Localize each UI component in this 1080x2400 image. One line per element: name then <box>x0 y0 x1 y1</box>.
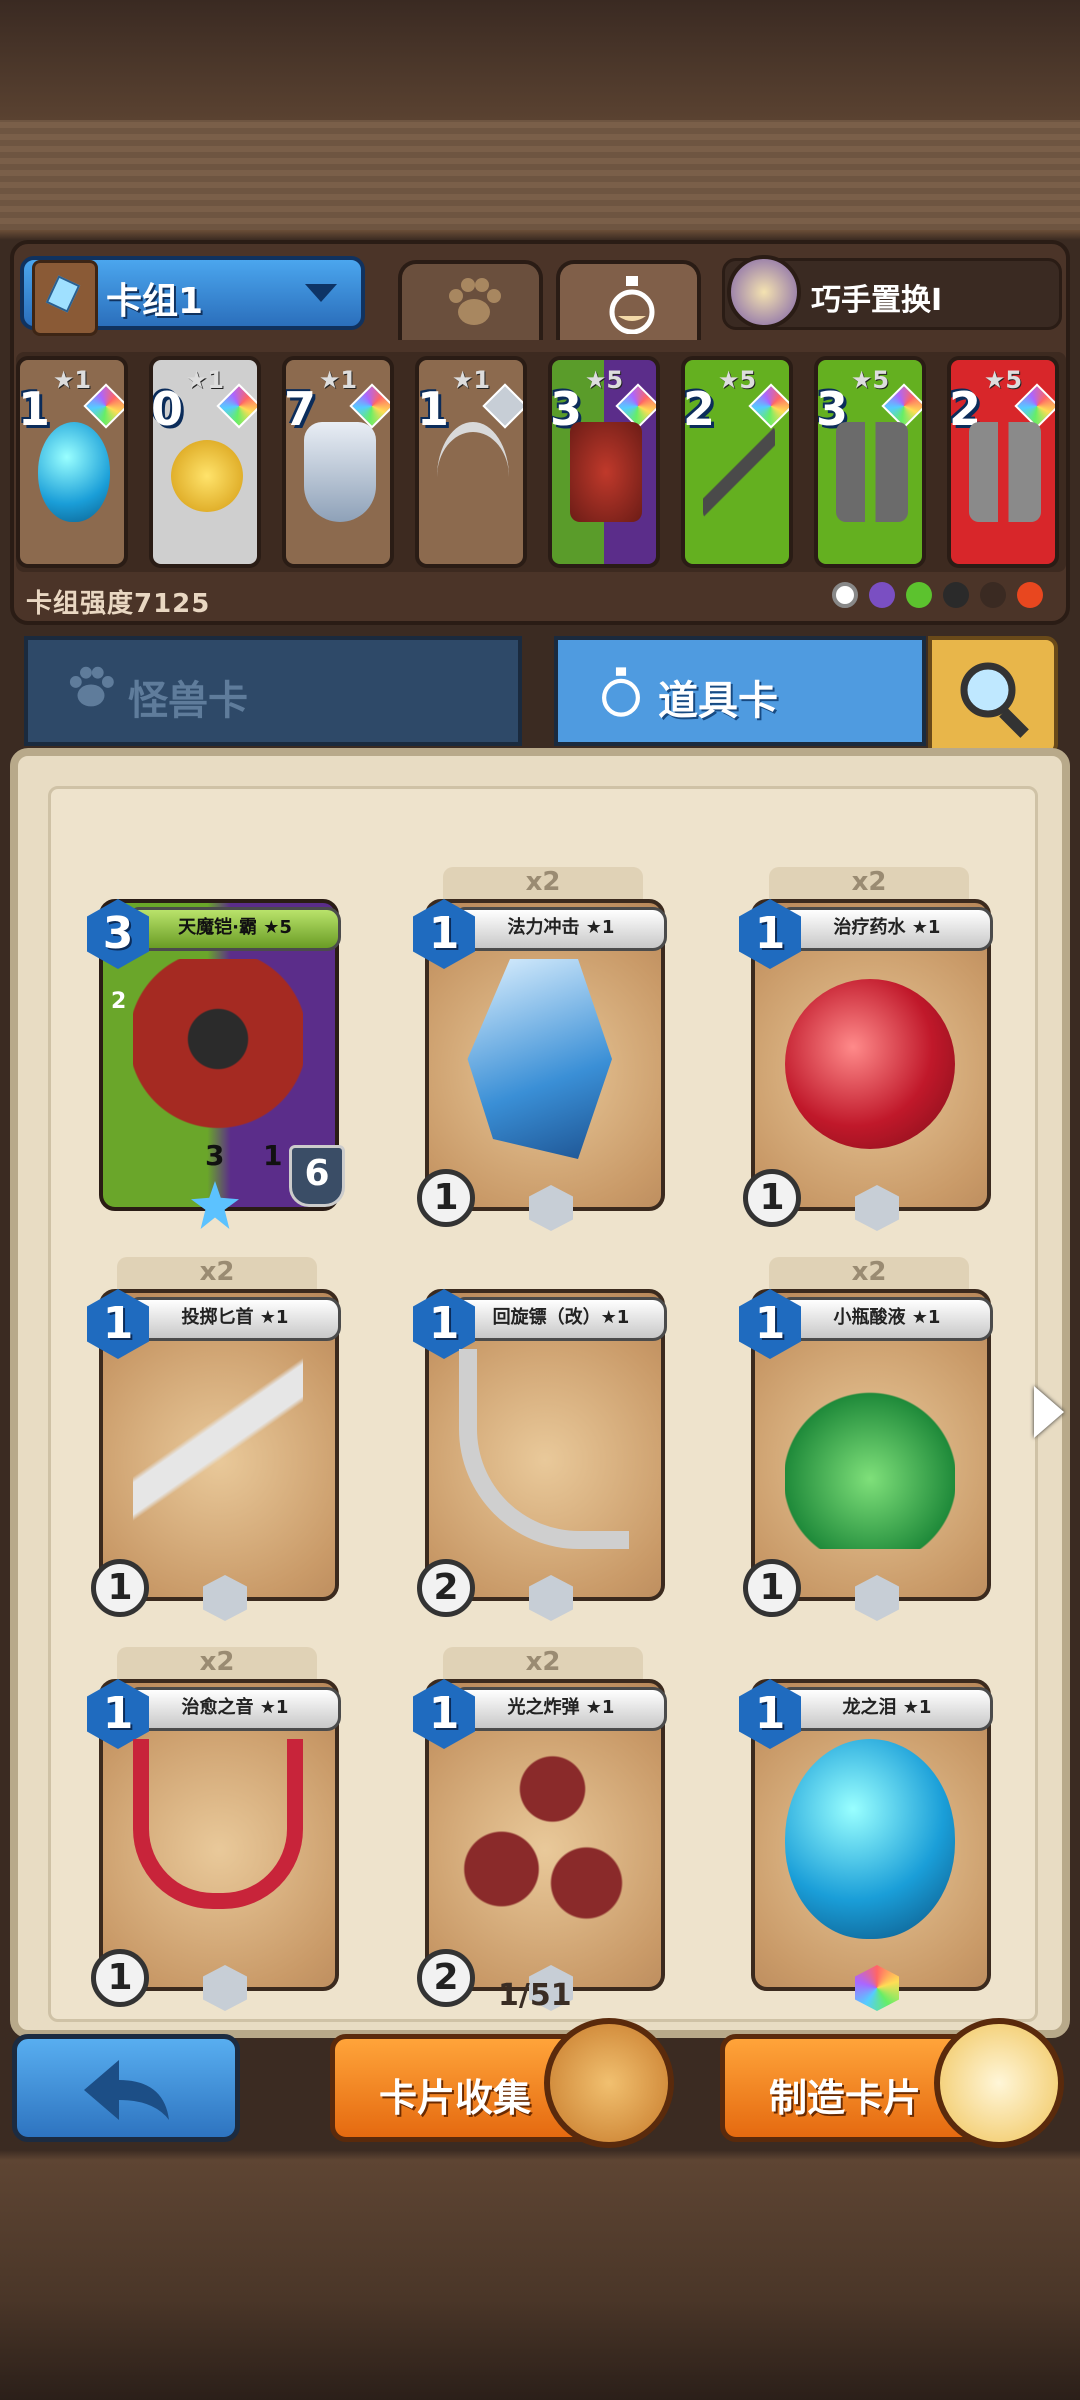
paw-jar-icon[interactable] <box>934 2018 1064 2148</box>
swap-avatar <box>727 255 801 329</box>
card-name: 小瓶酸液 ★1 <box>781 1297 993 1341</box>
stat-mid: 3 <box>205 1139 225 1172</box>
card-item[interactable]: x2 治愈之音 ★1 1 1 <box>87 1647 343 2011</box>
coin-art <box>171 440 243 512</box>
tab-item-filter[interactable] <box>556 260 701 340</box>
neutral-element-icon <box>832 582 858 608</box>
card-name: 治疗药水 ★1 <box>781 907 993 951</box>
slot-cost: 1 <box>417 382 450 436</box>
card-collection-board: 天魔铠·霸 ★5 3 2 3 1 6 x2 法力冲击 ★1 1 1 x2 治疗药… <box>10 748 1070 2038</box>
deck-slot[interactable]: ★1 7 <box>282 356 394 568</box>
stat-right: 1 <box>263 1139 283 1172</box>
back-button[interactable] <box>12 2034 240 2142</box>
egg-art <box>38 422 110 522</box>
card-power-badge: 1 <box>417 1169 475 1227</box>
card-power-badge: 1 <box>743 1559 801 1617</box>
pagination: 1/51 <box>498 1978 572 2013</box>
boots-art <box>836 422 908 522</box>
crossbow-art <box>703 422 775 522</box>
card-name: 法力冲击 ★1 <box>455 907 667 951</box>
card-power-badge: 1 <box>91 1949 149 2007</box>
shield-art <box>304 422 376 522</box>
chevron-down-icon <box>305 284 337 302</box>
swap-skill-button[interactable]: 巧手置换I <box>722 255 1062 330</box>
deck-slots: ★1 1 ★1 0 ★1 7 ★1 1 ★5 3 ★5 2 ★5 3 ★5 2 <box>16 352 1066 572</box>
card-item[interactable]: x2 治疗药水 ★1 1 1 <box>739 867 995 1231</box>
dragon-tear-egg-art <box>785 1739 955 1939</box>
dragon-harp-art <box>133 1739 303 1909</box>
deck-power: 卡组强度7125 <box>26 589 211 619</box>
fire-element-icon <box>1017 582 1044 608</box>
card-power-badge: 2 <box>417 1949 475 2007</box>
card-item[interactable]: 天魔铠·霸 ★5 3 2 3 1 6 <box>87 889 345 1229</box>
deck-slot[interactable]: ★5 2 <box>947 356 1059 568</box>
next-page-arrow-icon[interactable] <box>1034 1386 1064 1438</box>
card-grid: 天魔铠·霸 ★5 3 2 3 1 6 x2 法力冲击 ★1 1 1 x2 治疗药… <box>48 786 1038 2022</box>
acid-flask-art <box>785 1349 955 1549</box>
tab-monster-filter[interactable] <box>398 260 543 340</box>
nature-element-icon <box>906 582 933 608</box>
stat-left: 2 <box>111 989 127 1014</box>
card-item[interactable]: x2 投掷匕首 ★1 1 1 <box>87 1257 343 1621</box>
card-book-icon[interactable] <box>544 2018 674 2148</box>
card-name: 天魔铠·霸 ★5 <box>129 907 341 951</box>
search-button[interactable] <box>928 636 1058 756</box>
collect-label: 卡片收集 <box>379 2076 532 2120</box>
deck-slot[interactable]: ★5 3 <box>814 356 926 568</box>
slot-cost: 1 <box>18 382 51 436</box>
beast-element-icon <box>980 582 1007 608</box>
light-bomb-art <box>459 1739 629 1939</box>
deck-slot[interactable]: ★1 1 <box>415 356 527 568</box>
monster-tab-label: 怪兽卡 <box>128 678 248 724</box>
slot-cost: 0 <box>151 382 184 436</box>
deck-selector[interactable]: 卡组1 <box>20 256 365 336</box>
paw-icon <box>69 666 114 707</box>
card-item[interactable]: 回旋镖（改）★1 1 2 <box>413 1279 669 1621</box>
craft-label: 制造卡片 <box>769 2076 922 2120</box>
boomerang-art <box>437 422 509 532</box>
deck-name: 卡组1 <box>106 281 204 322</box>
potion-icon <box>602 667 640 717</box>
top-wood-plank <box>0 120 1080 230</box>
potion-icon <box>609 276 655 334</box>
dark-element-icon <box>943 582 970 608</box>
card-power-badge: 2 <box>417 1559 475 1617</box>
deck-slot[interactable]: ★5 3 <box>548 356 660 568</box>
dagger-art <box>133 1349 303 1549</box>
card-power-badge: 1 <box>743 1169 801 1227</box>
deck-book-icon <box>32 260 98 336</box>
healing-potion-art <box>785 979 955 1149</box>
card-name: 投掷匕首 ★1 <box>129 1297 341 1341</box>
card-name: 回旋镖（改）★1 <box>455 1297 667 1341</box>
tab-monster-cards[interactable]: 怪兽卡 <box>24 636 522 746</box>
swap-label: 巧手置换I <box>811 283 943 318</box>
back-arrow-icon <box>84 2060 169 2120</box>
deck-element-icons <box>826 582 1044 612</box>
card-name: 光之炸弹 ★1 <box>455 1687 667 1731</box>
magnifier-icon <box>960 662 1029 738</box>
tab-item-cards[interactable]: 道具卡 <box>554 636 926 746</box>
paw-icon <box>449 278 501 325</box>
armor-art <box>133 959 303 1159</box>
card-item[interactable]: x2 光之炸弹 ★1 1 2 <box>413 1647 669 2011</box>
red-boots-art <box>969 422 1041 522</box>
deck-slot[interactable]: ★5 2 <box>681 356 793 568</box>
deck-slot[interactable]: ★1 1 <box>16 356 128 568</box>
card-level-shield: 6 <box>289 1145 345 1207</box>
armor-art <box>570 422 642 522</box>
card-name: 龙之泪 ★1 <box>781 1687 993 1731</box>
card-power-badge: 1 <box>91 1559 149 1617</box>
card-item[interactable]: 龙之泪 ★1 1 <box>739 1669 995 2011</box>
shadow-element-icon <box>869 582 896 608</box>
item-tab-label: 道具卡 <box>658 678 778 724</box>
card-item[interactable]: x2 小瓶酸液 ★1 1 1 <box>739 1257 995 1621</box>
deck-slot[interactable]: ★1 0 <box>149 356 261 568</box>
card-item[interactable]: x2 法力冲击 ★1 1 1 <box>413 867 669 1231</box>
card-name: 治愈之音 ★1 <box>129 1687 341 1731</box>
